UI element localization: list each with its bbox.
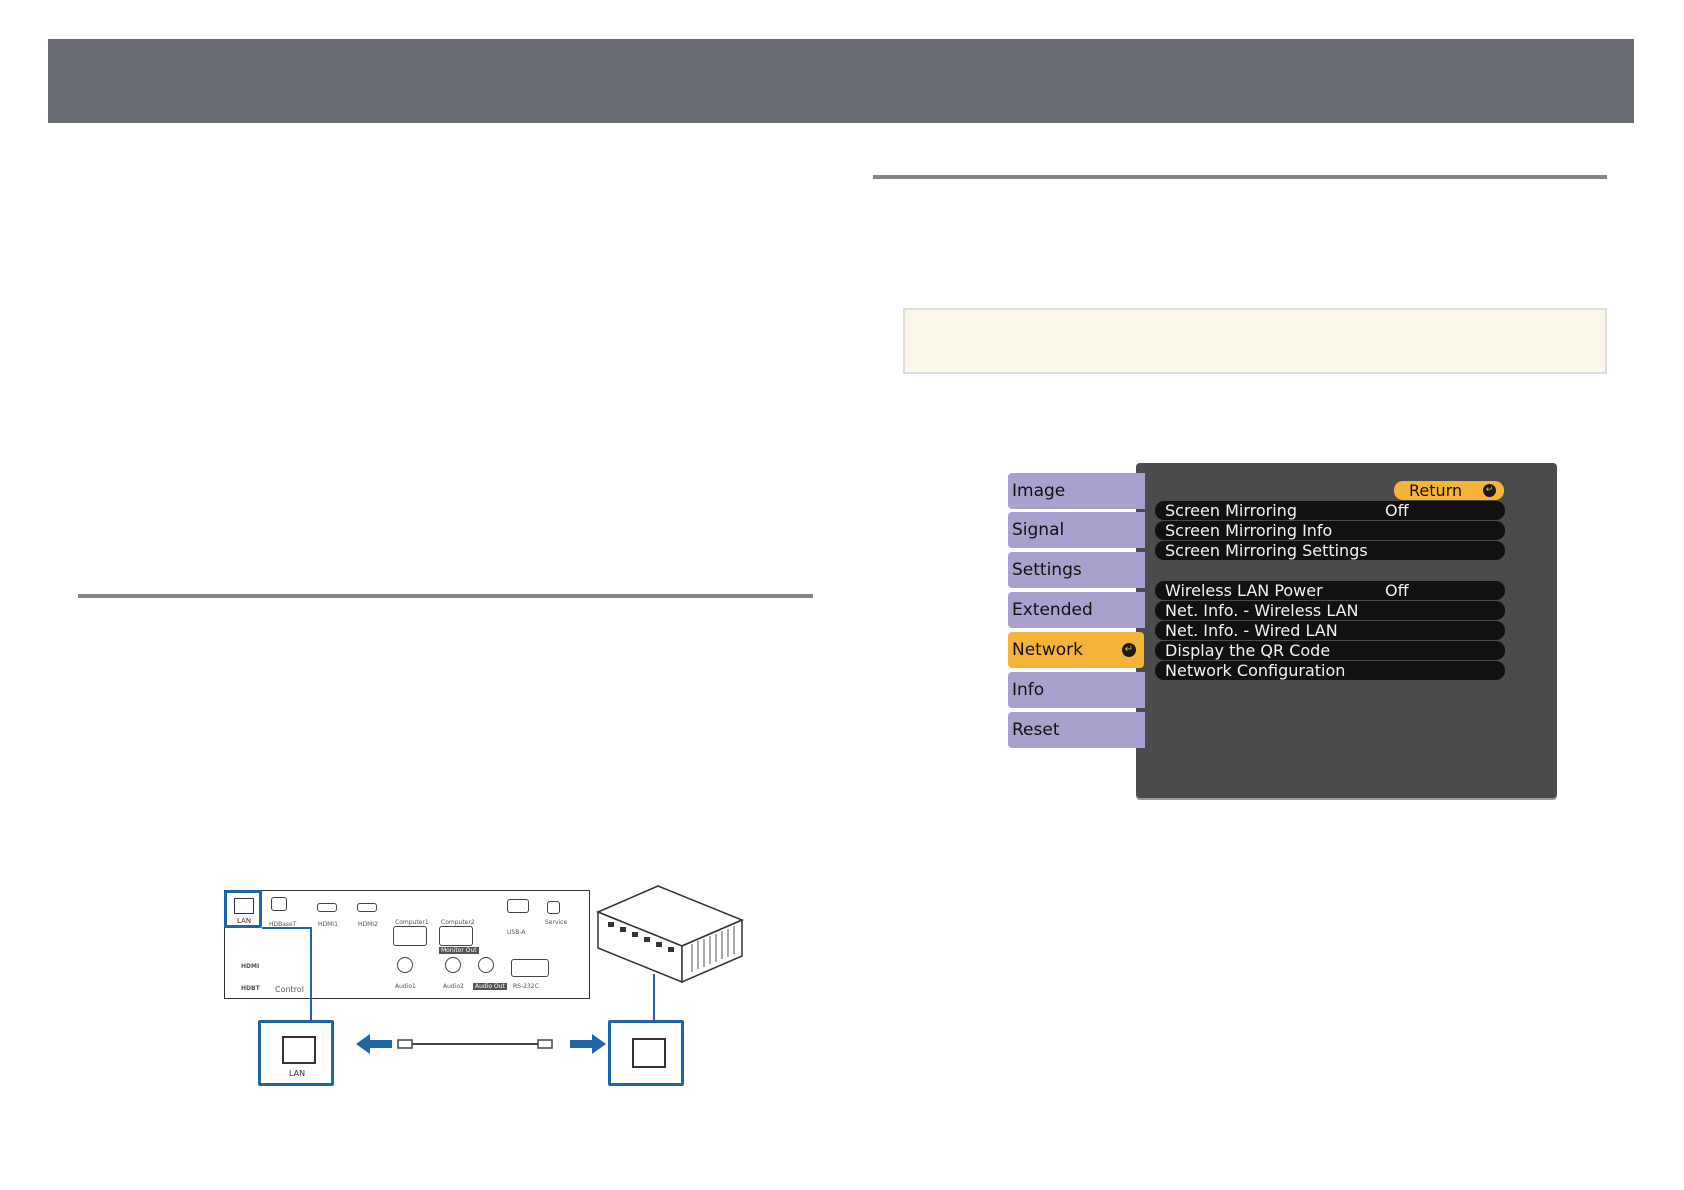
lan-connection-diagram: HDBaseT HDMI1 HDMI2 Computer1 Computer2 …: [208, 882, 758, 1092]
section-rule-left: [78, 594, 813, 598]
ethernet-port-icon: [632, 1038, 666, 1068]
lan-callout-projector: LAN: [258, 1020, 334, 1086]
network-hub-icon: [596, 885, 744, 984]
item-label: Screen Mirroring: [1165, 501, 1297, 520]
menu-item-network-configuration[interactable]: Network Configuration: [1155, 661, 1505, 680]
ethernet-port-icon: [282, 1036, 316, 1064]
tab-label: Reset: [1012, 720, 1060, 740]
item-label: Wireless LAN Power: [1165, 581, 1323, 600]
item-value: Off: [1385, 581, 1409, 600]
tab-signal[interactable]: Signal: [1008, 512, 1145, 548]
item-label: Display the QR Code: [1165, 641, 1331, 660]
item-label: Network Configuration: [1165, 661, 1346, 680]
tab-reset[interactable]: Reset: [1008, 712, 1145, 748]
header-bar: [48, 39, 1634, 123]
return-button[interactable]: Return ↵: [1394, 481, 1504, 500]
return-label: Return: [1409, 481, 1463, 500]
tab-label: Image: [1012, 481, 1066, 501]
item-label: Screen Mirroring Info: [1165, 521, 1333, 540]
item-label: Screen Mirroring Settings: [1165, 541, 1368, 560]
tab-label: Extended: [1012, 600, 1093, 620]
tab-settings[interactable]: Settings: [1008, 552, 1145, 588]
projector-menu: Image Signal Settings Extended Network ↵ …: [1008, 463, 1557, 800]
menu-item-net-info-wired[interactable]: Net. Info. - Wired LAN: [1155, 621, 1505, 640]
tab-info[interactable]: Info: [1008, 672, 1145, 708]
tab-label: Settings: [1012, 560, 1082, 580]
tab-label: Signal: [1012, 520, 1065, 540]
enter-icon: ↵: [1122, 643, 1136, 657]
item-label: Net. Info. - Wireless LAN: [1165, 601, 1359, 620]
item-label: Net. Info. - Wired LAN: [1165, 621, 1338, 640]
section-rule-right: [873, 175, 1607, 179]
tab-network[interactable]: Network ↵: [1008, 632, 1144, 668]
lan-callout-hub: [608, 1020, 684, 1086]
tab-image[interactable]: Image: [1008, 473, 1145, 509]
note-box: [903, 308, 1607, 374]
tab-extended[interactable]: Extended: [1008, 592, 1145, 628]
menu-item-screen-mirroring-settings[interactable]: Screen Mirroring Settings: [1155, 541, 1505, 560]
menu-item-display-qr-code[interactable]: Display the QR Code: [1155, 641, 1505, 660]
item-value: Off: [1385, 501, 1409, 520]
menu-item-net-info-wireless[interactable]: Net. Info. - Wireless LAN: [1155, 601, 1505, 620]
tab-label: Info: [1012, 680, 1045, 700]
menu-item-screen-mirroring[interactable]: Screen Mirroring Off: [1155, 501, 1505, 520]
menu-item-wireless-lan-power[interactable]: Wireless LAN Power Off: [1155, 581, 1505, 600]
enter-icon: ↵: [1483, 484, 1496, 497]
menu-item-screen-mirroring-info[interactable]: Screen Mirroring Info: [1155, 521, 1505, 540]
lan-callout-label: LAN: [289, 1069, 306, 1078]
tab-label: Network: [1012, 640, 1083, 660]
